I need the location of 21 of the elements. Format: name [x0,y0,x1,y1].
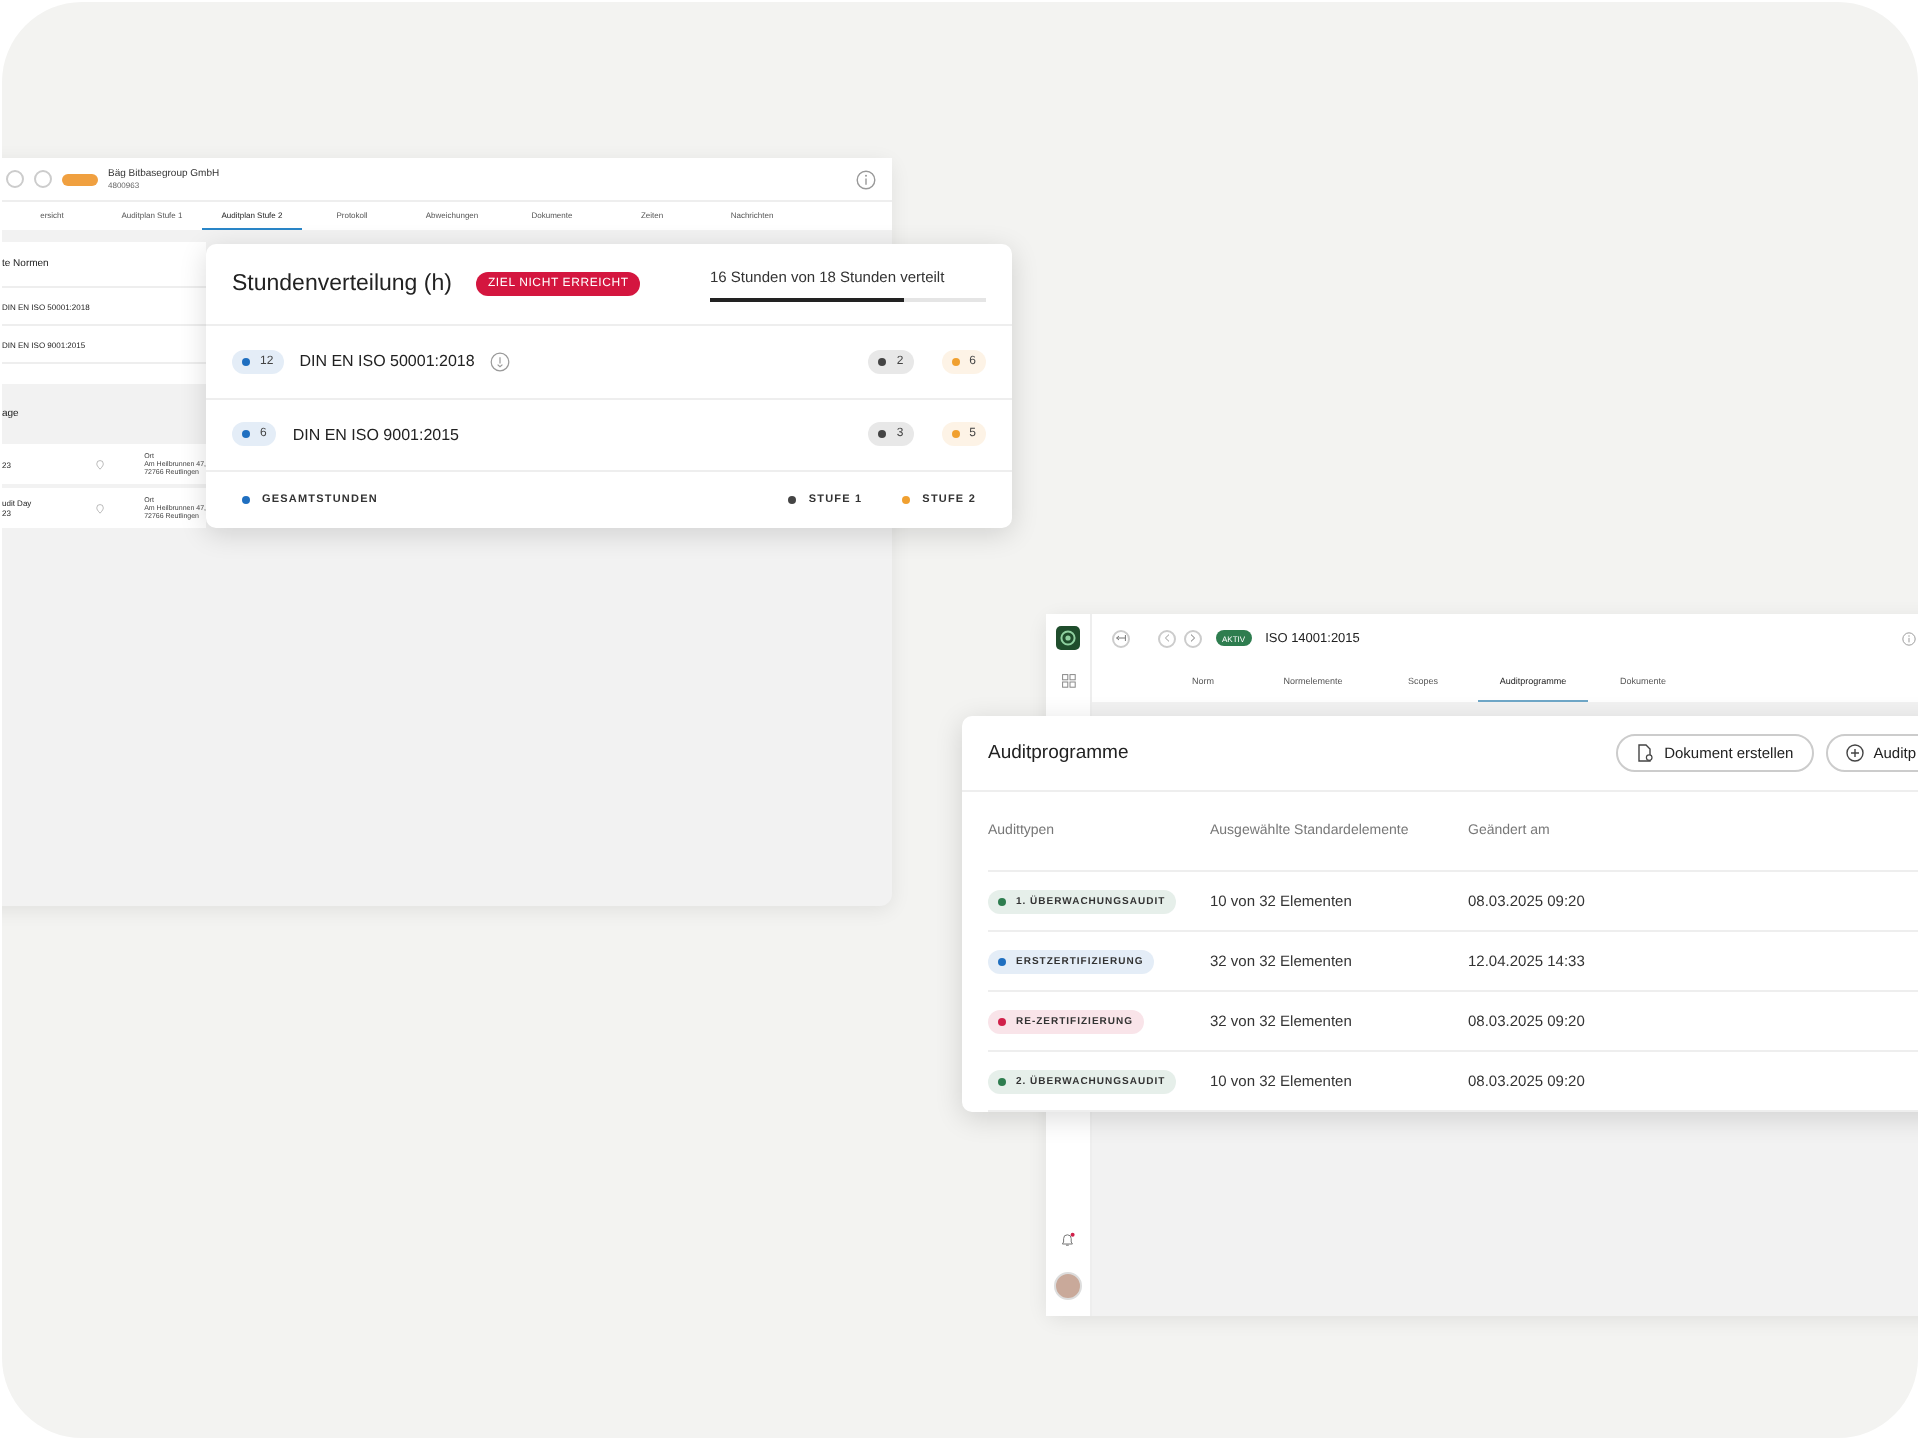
norm-name: DIN EN ISO 9001:2015 [292,425,459,444]
card-title: Stundenverteilung (h) [232,272,452,296]
card-title: Auditprogramme [988,742,1131,764]
user-avatar[interactable] [1054,1272,1082,1300]
chevron-left-icon [1164,634,1170,642]
status-badge [62,173,98,185]
document-icon [1636,744,1655,762]
back-button[interactable] [1158,629,1176,647]
norm-name: DIN EN ISO 50001:2018 [299,352,475,371]
location-pin-icon [96,457,105,471]
plus-circle-icon [1845,744,1864,762]
chevron-right-icon [1190,634,1196,642]
grid-icon[interactable] [1061,674,1075,688]
back-button[interactable] [6,170,24,188]
arrow-left-bar-icon [1116,634,1126,642]
location-pin-icon [96,501,105,515]
notification-bell-icon[interactable] [1060,1232,1076,1248]
forward-button[interactable] [34,170,52,188]
app-logo [1056,626,1080,650]
collapse-button[interactable] [1112,629,1130,647]
forward-button[interactable] [1184,629,1202,647]
